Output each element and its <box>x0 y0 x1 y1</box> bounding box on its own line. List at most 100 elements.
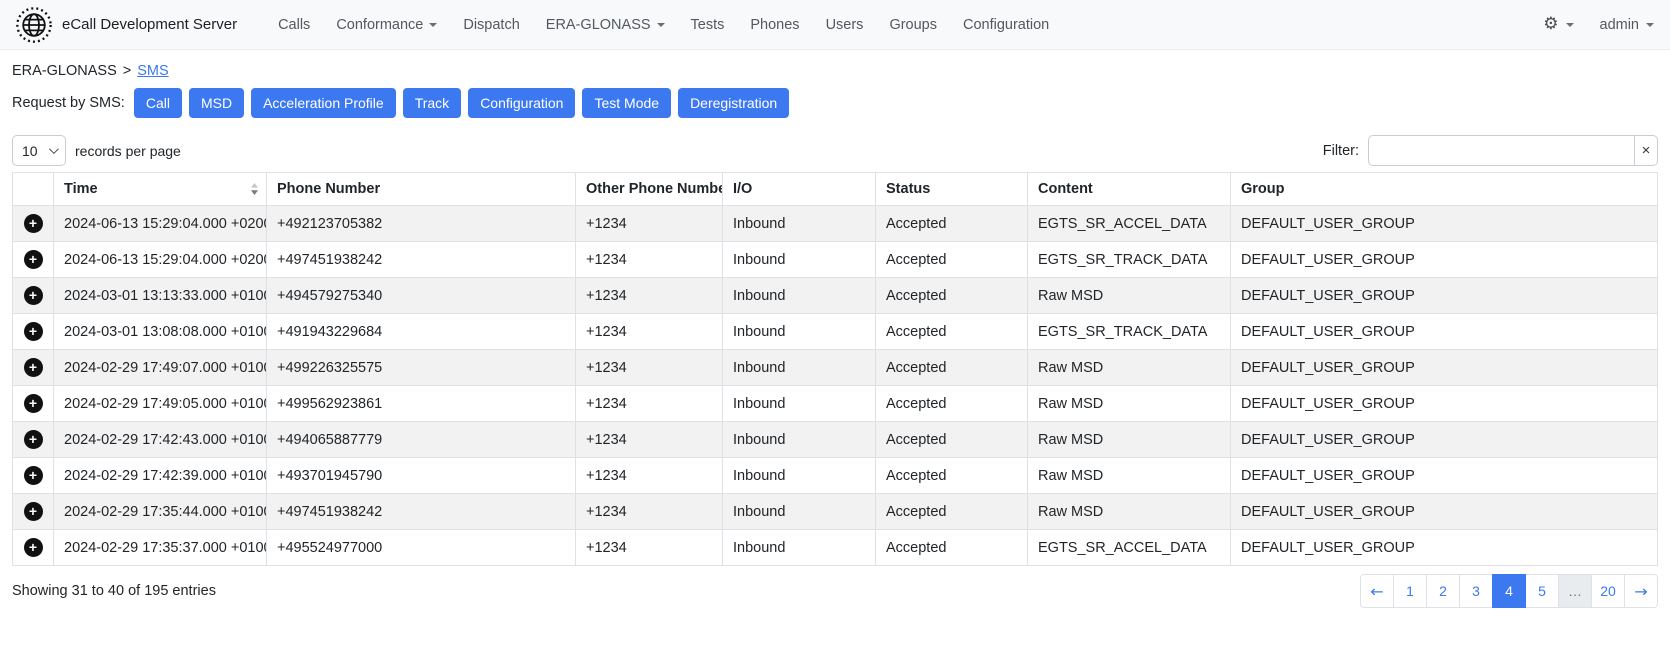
request-deregistration-button[interactable]: Deregistration <box>678 88 789 118</box>
request-configuration-button[interactable]: Configuration <box>468 88 575 118</box>
page-size-control: 10 records per page <box>12 135 181 166</box>
cell-io: Inbound <box>723 350 876 386</box>
cell-other-phone-number: +1234 <box>576 350 723 386</box>
cell-content: Raw MSD <box>1028 458 1231 494</box>
cell-io: Inbound <box>723 530 876 566</box>
expand-row-icon[interactable] <box>24 286 43 305</box>
pagination-page-1[interactable]: 1 <box>1393 574 1427 608</box>
table-row: 2024-02-29 17:42:39.000 +0100 +493701945… <box>13 458 1658 494</box>
cell-content: Raw MSD <box>1028 494 1231 530</box>
request-msd-button[interactable]: MSD <box>189 88 244 118</box>
chevron-down-icon <box>49 144 59 154</box>
filter-input[interactable] <box>1368 135 1634 166</box>
cell-time: 2024-03-01 13:13:33.000 +0100 <box>54 278 267 314</box>
expand-row-icon[interactable] <box>24 322 43 341</box>
expand-row-icon[interactable] <box>24 502 43 521</box>
column-header-expand <box>13 173 54 206</box>
gear-icon: ⚙ <box>1543 16 1558 33</box>
cell-io: Inbound <box>723 206 876 242</box>
cell-status: Accepted <box>876 350 1028 386</box>
nav-item-phones[interactable]: Phones <box>737 9 812 41</box>
expand-row-icon[interactable] <box>24 358 43 377</box>
cell-time: 2024-02-29 17:49:05.000 +0100 <box>54 386 267 422</box>
cell-phone-number: +499562923861 <box>267 386 576 422</box>
navbar-right: ⚙ admin <box>1543 16 1654 33</box>
request-test-mode-button[interactable]: Test Mode <box>582 88 671 118</box>
cell-io: Inbound <box>723 242 876 278</box>
column-header-phone-number[interactable]: Phone Number <box>267 173 576 206</box>
cell-content: EGTS_SR_TRACK_DATA <box>1028 314 1231 350</box>
cell-other-phone-number: +1234 <box>576 494 723 530</box>
cell-status: Accepted <box>876 206 1028 242</box>
cell-time: 2024-02-29 17:35:37.000 +0100 <box>54 530 267 566</box>
nav-item-calls[interactable]: Calls <box>265 9 323 41</box>
request-acceleration-profile-button[interactable]: Acceleration Profile <box>251 88 396 118</box>
cell-other-phone-number: +1234 <box>576 314 723 350</box>
nav-item-label: Groups <box>889 17 937 33</box>
cell-content: Raw MSD <box>1028 278 1231 314</box>
nav-item-dispatch[interactable]: Dispatch <box>450 9 532 41</box>
clear-filter-button[interactable]: × <box>1634 135 1658 166</box>
expand-row-icon[interactable] <box>24 538 43 557</box>
nav-item-label: ERA-GLONASS <box>546 17 651 33</box>
column-header-content[interactable]: Content <box>1028 173 1231 206</box>
expand-row-icon[interactable] <box>24 430 43 449</box>
pagination-page-2[interactable]: 2 <box>1426 574 1460 608</box>
cell-content: EGTS_SR_ACCEL_DATA <box>1028 530 1231 566</box>
column-header-time-label: Time <box>64 181 98 197</box>
table-row: 2024-02-29 17:49:07.000 +0100 +499226325… <box>13 350 1658 386</box>
cell-other-phone-number: +1234 <box>576 458 723 494</box>
settings-menu[interactable]: ⚙ <box>1543 16 1573 33</box>
page-size-select[interactable]: 10 <box>12 135 66 166</box>
column-header-time[interactable]: Time <box>54 173 267 206</box>
entries-summary: Showing 31 to 40 of 195 entries <box>12 583 216 599</box>
cell-content: Raw MSD <box>1028 350 1231 386</box>
cell-time: 2024-02-29 17:42:43.000 +0100 <box>54 422 267 458</box>
cell-io: Inbound <box>723 278 876 314</box>
pagination-page-20[interactable]: 20 <box>1591 574 1625 608</box>
pagination-prev-button[interactable]: ← <box>1360 574 1394 608</box>
cell-time: 2024-02-29 17:35:44.000 +0100 <box>54 494 267 530</box>
cell-group: DEFAULT_USER_GROUP <box>1231 386 1658 422</box>
column-header-other-phone-number[interactable]: Other Phone Number <box>576 173 723 206</box>
pagination-next-button[interactable]: → <box>1624 574 1658 608</box>
nav-item-users[interactable]: Users <box>813 9 877 41</box>
filter-label: Filter: <box>1323 143 1359 159</box>
nav-item-configuration[interactable]: Configuration <box>950 9 1062 41</box>
column-header-io[interactable]: I/O <box>723 173 876 206</box>
cell-group: DEFAULT_USER_GROUP <box>1231 314 1658 350</box>
expand-row-icon[interactable] <box>24 466 43 485</box>
cell-group: DEFAULT_USER_GROUP <box>1231 242 1658 278</box>
breadcrumb-sms-link[interactable]: SMS <box>137 63 168 79</box>
table-controls: 10 records per page Filter: × <box>12 135 1658 166</box>
table-row: 2024-02-29 17:42:43.000 +0100 +494065887… <box>13 422 1658 458</box>
chevron-down-icon <box>429 23 437 27</box>
table-row: 2024-02-29 17:35:44.000 +0100 +497451938… <box>13 494 1658 530</box>
user-menu[interactable]: admin <box>1600 17 1655 33</box>
table-row: 2024-03-01 13:13:33.000 +0100 +494579275… <box>13 278 1658 314</box>
cell-status: Accepted <box>876 278 1028 314</box>
pagination-page-5[interactable]: 5 <box>1525 574 1559 608</box>
nav-item-groups[interactable]: Groups <box>876 9 950 41</box>
cell-other-phone-number: +1234 <box>576 422 723 458</box>
nav-item-conformance[interactable]: Conformance <box>323 9 450 41</box>
nav-item-tests[interactable]: Tests <box>678 9 738 41</box>
pagination-page-4[interactable]: 4 <box>1492 574 1526 608</box>
request-call-button[interactable]: Call <box>134 88 182 118</box>
expand-row-icon[interactable] <box>24 394 43 413</box>
cell-phone-number: +493701945790 <box>267 458 576 494</box>
request-track-button[interactable]: Track <box>403 88 461 118</box>
table-row: 2024-02-29 17:49:05.000 +0100 +499562923… <box>13 386 1658 422</box>
column-header-group[interactable]: Group <box>1231 173 1658 206</box>
cell-time: 2024-02-29 17:49:07.000 +0100 <box>54 350 267 386</box>
pagination-page-3[interactable]: 3 <box>1459 574 1493 608</box>
cell-status: Accepted <box>876 494 1028 530</box>
cell-io: Inbound <box>723 314 876 350</box>
nav-item-label: Configuration <box>963 17 1049 33</box>
cell-group: DEFAULT_USER_GROUP <box>1231 206 1658 242</box>
cell-phone-number: +497451938242 <box>267 494 576 530</box>
expand-row-icon[interactable] <box>24 214 43 233</box>
expand-row-icon[interactable] <box>24 250 43 269</box>
column-header-status[interactable]: Status <box>876 173 1028 206</box>
nav-item-era-glonass[interactable]: ERA-GLONASS <box>533 9 678 41</box>
